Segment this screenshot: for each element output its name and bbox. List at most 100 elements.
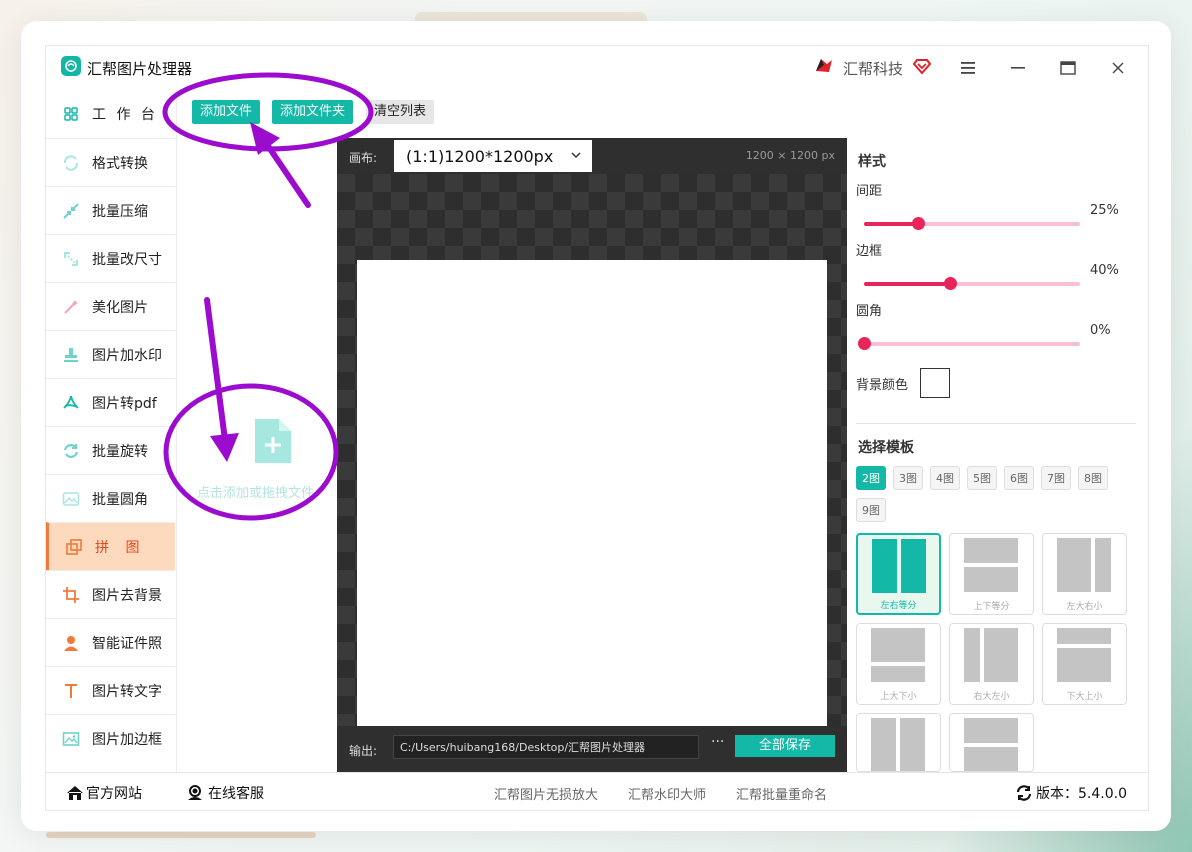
spacing-slider[interactable] <box>864 217 1080 230</box>
template-count-5[interactable]: 5图 <box>967 466 997 490</box>
add-file-icon <box>255 419 291 463</box>
save-all-button[interactable]: 全部保存 <box>735 735 835 757</box>
version-label: 版本：5.4.0.0 <box>1036 786 1127 802</box>
sidebar-item-batch-compress[interactable]: 批量压缩 <box>46 186 175 234</box>
app-logo-icon <box>61 56 81 76</box>
footer-link-watermark[interactable]: 汇帮水印大师 <box>628 784 706 803</box>
vip-heart-icon[interactable] <box>912 56 932 76</box>
file-drop-area[interactable]: 点击添加或拖拽文件 <box>177 137 336 772</box>
slider-knob[interactable] <box>912 217 925 230</box>
template-count-8[interactable]: 8图 <box>1078 466 1108 490</box>
resize-icon <box>62 250 80 268</box>
sidebar-item-label: 批量圆角 <box>92 491 148 508</box>
sidebar-item-remove-bg[interactable]: 图片去背景 <box>46 570 175 618</box>
browse-more-button[interactable]: ··· <box>711 734 724 750</box>
support-icon <box>188 785 202 800</box>
border-value: 40% <box>1090 263 1119 278</box>
footer-link-rename[interactable]: 汇帮批量重命名 <box>736 784 827 803</box>
home-icon <box>67 786 83 800</box>
template-card-right-big[interactable]: 右大左小 <box>949 623 1034 705</box>
image-icon <box>62 490 80 508</box>
beautify-icon <box>62 298 80 316</box>
brand-name: 汇帮科技 <box>843 60 904 78</box>
bg-color-label: 背景颜色 <box>856 378 909 393</box>
sidebar-item-label: 美化图片 <box>92 299 148 316</box>
sidebar-item-id-photo[interactable]: 智能证件照 <box>46 618 175 666</box>
template-card-bottom-big[interactable]: 下大上小 <box>1042 623 1127 705</box>
sidebar-item-to-text[interactable]: 图片转文字 <box>46 666 175 714</box>
template-card-top-big[interactable]: 上大下小 <box>856 623 941 705</box>
canvas-topbar: 画布: (1:1)1200*1200px 1200 × 1200 px <box>337 138 847 174</box>
template-count-2[interactable]: 2图 <box>856 466 886 490</box>
canvas-panel: 画布: (1:1)1200*1200px 1200 × 1200 px 输出: … <box>337 138 847 772</box>
sidebar-item-watermark[interactable]: 图片加水印 <box>46 330 175 378</box>
bg-color-picker[interactable] <box>920 368 950 398</box>
slider-knob[interactable] <box>944 277 958 290</box>
template-card-left-big[interactable]: 左大右小 <box>1042 533 1127 615</box>
sidebar-item-batch-resize[interactable]: 批量改尺寸 <box>46 234 175 282</box>
template-count-9[interactable]: 9图 <box>856 498 886 522</box>
divider <box>856 423 1136 424</box>
official-website-link[interactable]: 官方网站 <box>66 783 142 803</box>
template-caption: 右大左小 <box>973 692 1010 702</box>
template-card-7[interactable] <box>856 713 941 772</box>
pdf-icon <box>62 394 80 412</box>
template-caption: 左右等分 <box>880 601 917 611</box>
add-folder-button[interactable]: 添加文件夹 <box>272 100 354 124</box>
sidebar-item-collage[interactable]: 拼 图 <box>46 522 175 570</box>
sidebar-item-label: 智能证件照 <box>92 635 162 652</box>
sidebar-item-batch-rotate[interactable]: 批量旋转 <box>46 426 175 474</box>
add-file-button[interactable]: 添加文件 <box>192 100 261 124</box>
output-label: 输出: <box>349 744 378 758</box>
sidebar-item-label: 拼 图 <box>95 539 146 556</box>
canvas-preview[interactable] <box>357 260 827 730</box>
template-title: 选择模板 <box>858 440 914 456</box>
template-caption: 下大上小 <box>1066 692 1103 702</box>
corner-slider[interactable] <box>858 337 1080 350</box>
sidebar-item-format-convert[interactable]: 格式转换 <box>46 138 175 186</box>
clear-list-button[interactable]: 清空列表 <box>366 100 435 124</box>
sidebar-item-workbench[interactable]: 工 作 台 <box>46 90 175 137</box>
close-icon[interactable] <box>1104 54 1132 82</box>
maximize-icon[interactable] <box>1054 54 1082 82</box>
title-bar: 汇帮图片处理器 汇帮科技 <box>46 46 1148 90</box>
version-info[interactable]: 版本：5.4.0.0 <box>1016 783 1127 803</box>
collage-icon <box>65 538 83 556</box>
canvas-label: 画布: <box>349 151 378 165</box>
crop-icon <box>62 586 80 604</box>
sidebar-item-beautify[interactable]: 美化图片 <box>46 282 175 330</box>
app-title: 汇帮图片处理器 <box>87 60 193 78</box>
sidebar-item-add-frame[interactable]: 图片加边框 <box>46 714 175 762</box>
footer-link-upscale[interactable]: 汇帮图片无损放大 <box>494 784 598 803</box>
menu-icon[interactable] <box>954 54 982 82</box>
template-caption: 上大下小 <box>880 692 917 702</box>
template-count-7[interactable]: 7图 <box>1041 466 1071 490</box>
sidebar-item-label: 图片转pdf <box>92 395 157 412</box>
sidebar-item-to-pdf[interactable]: 图片转pdf <box>46 378 175 426</box>
rotate-icon <box>62 442 80 460</box>
person-icon <box>62 634 80 652</box>
canvas-size-select[interactable]: (1:1)1200*1200px <box>394 140 592 172</box>
template-card-top-bottom[interactable]: 上下等分 <box>949 533 1034 615</box>
minimize-icon[interactable] <box>1004 54 1032 82</box>
canvas-dimensions: 1200 × 1200 px <box>745 149 835 162</box>
template-count-4[interactable]: 4图 <box>930 466 960 490</box>
sidebar-item-label: 工 作 台 <box>92 106 158 123</box>
output-path-field[interactable]: C:/Users/huibang168/Desktop/汇帮图片处理器 <box>393 735 699 759</box>
slider-knob[interactable] <box>858 337 871 350</box>
sidebar-item-label: 图片加边框 <box>92 731 162 748</box>
sidebar-item-label: 批量改尺寸 <box>92 251 162 268</box>
frame-icon <box>62 730 80 748</box>
spacing-value: 25% <box>1090 203 1119 218</box>
template-count-3[interactable]: 3图 <box>893 466 923 490</box>
sidebar-item-label: 图片去背景 <box>92 587 162 604</box>
template-count-6[interactable]: 6图 <box>1004 466 1034 490</box>
border-slider[interactable] <box>864 277 1080 290</box>
online-service-link[interactable]: 在线客服 <box>186 783 264 803</box>
sidebar-item-round-corner[interactable]: 批量圆角 <box>46 474 175 522</box>
grid-icon <box>62 105 80 123</box>
template-card-left-right[interactable]: 左右等分 <box>856 533 941 615</box>
corner-value: 0% <box>1090 323 1111 338</box>
template-card-8[interactable] <box>949 713 1034 772</box>
style-panel: 样式 间距 25% 边框 40% 圆角 0% 背景颜色 选择模板 2图 3图 4… <box>848 138 1148 772</box>
